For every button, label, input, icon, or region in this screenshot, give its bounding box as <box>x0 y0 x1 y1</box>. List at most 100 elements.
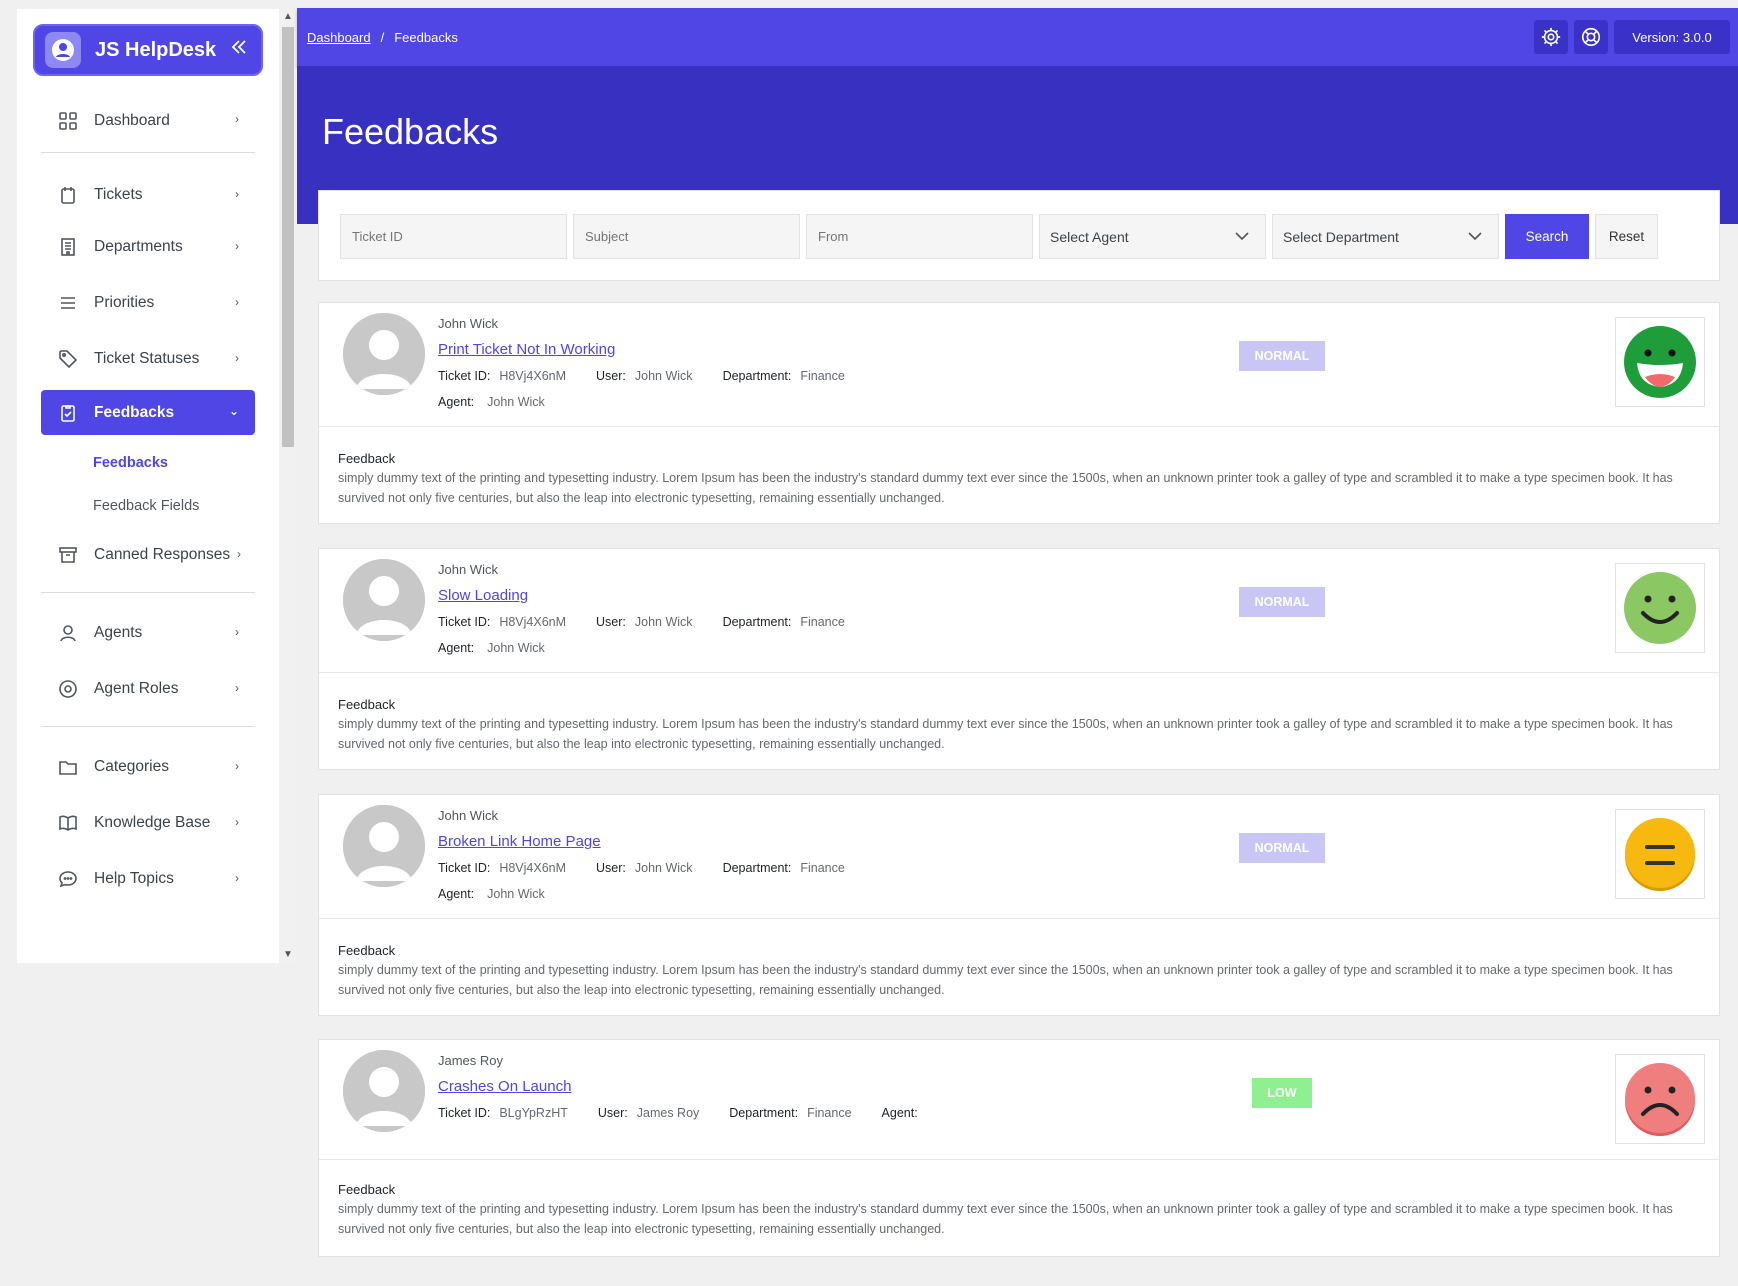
sidebar-item-label: Tickets <box>94 186 143 203</box>
sidebar-item-ticket-statuses[interactable]: Ticket Statuses › <box>41 331 255 387</box>
department-select[interactable]: Select Department <box>1272 214 1499 259</box>
chevron-right-icon: › <box>235 815 239 829</box>
support-button[interactable] <box>1574 20 1608 54</box>
brand-header: JS HelpDesk <box>33 24 263 76</box>
user-label: User: <box>596 615 626 629</box>
department-value: Finance <box>800 615 845 629</box>
sidebar-item-label: Ticket Statuses <box>94 350 200 367</box>
feedback-text: simply dummy text of the printing and ty… <box>338 963 1673 997</box>
sidebar: JS HelpDesk Dashboard › Tickets › Depart… <box>17 9 279 963</box>
ticket-subject-link[interactable]: Broken Link Home Page <box>438 833 601 850</box>
avatar <box>343 559 425 641</box>
version-badge: Version: 3.0.0 <box>1614 20 1730 54</box>
sidebar-scrollbar[interactable]: ▲ ▼ <box>279 9 297 963</box>
feedback-text: simply dummy text of the printing and ty… <box>338 717 1673 751</box>
feedback-text: simply dummy text of the printing and ty… <box>338 1202 1673 1236</box>
sidebar-item-agents[interactable]: Agents › <box>41 605 255 661</box>
chevron-right-icon: › <box>235 871 239 885</box>
sidebar-item-label: Feedbacks <box>94 403 175 421</box>
clipboard-icon <box>57 184 79 206</box>
feedback-card-header: John Wick Slow Loading Ticket ID: H8Vj4X6… <box>319 549 1719 673</box>
brand-name: JS HelpDesk <box>95 38 217 61</box>
chevron-right-icon: › <box>235 239 239 253</box>
collapse-sidebar-icon[interactable] <box>227 36 251 64</box>
department-label: Department: <box>722 861 792 875</box>
sidebar-item-label: Agents <box>94 624 143 641</box>
sidebar-item-categories[interactable]: Categories › <box>41 739 255 795</box>
sidebar-item-label: Priorities <box>94 294 155 311</box>
breadcrumb-dashboard-link[interactable]: Dashboard <box>307 30 371 45</box>
ticket-subject-link[interactable]: Crashes On Launch <box>438 1078 571 1095</box>
sidebar-item-dashboard[interactable]: Dashboard › <box>41 89 255 152</box>
chevron-right-icon: › <box>235 759 239 773</box>
agent-label: Agent: <box>438 395 475 409</box>
feedback-card: James Roy Crashes On Launch Ticket ID: BL… <box>318 1039 1720 1257</box>
avatar <box>343 313 425 395</box>
chevron-right-icon: › <box>235 112 239 126</box>
feedback-card: John Wick Broken Link Home Page Ticket I… <box>318 794 1720 1016</box>
chevron-down-icon <box>1466 227 1484 248</box>
department-value: Finance <box>800 369 845 383</box>
user-label: User: <box>596 861 626 875</box>
scroll-down-icon[interactable]: ▼ <box>279 947 297 963</box>
sidebar-subitem-feedbacks[interactable]: Feedbacks <box>41 441 255 484</box>
avatar <box>343 805 425 887</box>
sidebar-item-priorities[interactable]: Priorities › <box>41 275 255 331</box>
sidebar-item-knowledge-base[interactable]: Knowledge Base › <box>41 795 255 851</box>
ticket-id-value: BLgYpRzHT <box>499 1106 568 1120</box>
clipboard-check-icon <box>57 402 79 424</box>
folder-icon <box>57 756 79 778</box>
sidebar-item-label: Canned Responses <box>94 546 231 563</box>
agent-value: John Wick <box>487 641 545 655</box>
search-button[interactable]: Search <box>1505 214 1589 259</box>
gear-icon <box>1541 27 1561 47</box>
sidebar-item-departments[interactable]: Departments › <box>41 219 255 275</box>
sidebar-item-canned-responses[interactable]: Canned Responses › <box>41 527 255 583</box>
from-date-input[interactable] <box>806 214 1033 259</box>
department-label: Department: <box>722 615 792 629</box>
sidebar-item-agent-roles[interactable]: Agent Roles › <box>41 661 255 717</box>
agent-value: John Wick <box>487 887 545 901</box>
filter-panel: Select Agent Select Department Search Re… <box>318 190 1720 281</box>
ticket-id-value: H8Vj4X6nM <box>499 861 567 875</box>
scroll-up-icon[interactable]: ▲ <box>279 9 297 25</box>
grid-icon <box>57 110 79 132</box>
agent-select[interactable]: Select Agent <box>1039 214 1266 259</box>
department-label: Department: <box>722 369 792 383</box>
sidebar-item-help-topics[interactable]: Help Topics › <box>41 851 255 907</box>
priority-badge: NORMAL <box>1239 341 1325 371</box>
agent-label: Agent: <box>438 641 475 655</box>
sidebar-item-label: Help Topics <box>94 870 174 887</box>
sidebar-item-label: Categories <box>94 758 169 775</box>
chevron-down-icon <box>1233 227 1251 248</box>
target-icon <box>57 678 79 700</box>
department-value: Finance <box>807 1106 852 1120</box>
neutral-face-icon <box>1625 818 1695 891</box>
ticket-id-input[interactable] <box>340 214 567 259</box>
sidebar-item-tickets[interactable]: Tickets › <box>41 171 255 219</box>
sidebar-item-label: Agent Roles <box>94 680 179 697</box>
breadcrumb-current: Feedbacks <box>394 29 458 45</box>
rating-box <box>1615 563 1705 653</box>
feedback-card-header: John Wick Print Ticket Not In Working Ti… <box>319 303 1719 427</box>
feedback-card: John Wick Print Ticket Not In Working Ti… <box>318 302 1720 524</box>
department-value: Finance <box>800 861 845 875</box>
ticket-id-label: Ticket ID: <box>438 369 491 383</box>
ticket-id-label: Ticket ID: <box>438 615 491 629</box>
rating-box <box>1615 317 1705 407</box>
priority-badge: LOW <box>1252 1078 1312 1108</box>
sidebar-item-label: Departments <box>94 238 183 255</box>
sidebar-subitem-feedback-fields[interactable]: Feedback Fields <box>41 484 255 527</box>
ticket-subject-link[interactable]: Slow Loading <box>438 587 528 604</box>
department-label: Department: <box>729 1106 799 1120</box>
scrollbar-thumb[interactable] <box>282 27 294 447</box>
priority-badge: NORMAL <box>1239 587 1325 617</box>
settings-button[interactable] <box>1534 20 1568 54</box>
subject-input[interactable] <box>573 214 800 259</box>
feedback-author: John Wick <box>438 562 498 577</box>
reset-button[interactable]: Reset <box>1595 214 1658 259</box>
ticket-subject-link[interactable]: Print Ticket Not In Working <box>438 341 615 358</box>
user-value: James Roy <box>636 1106 700 1120</box>
sidebar-item-feedbacks[interactable]: Feedbacks ⌄ <box>41 390 255 435</box>
chevron-right-icon: › <box>235 295 239 309</box>
